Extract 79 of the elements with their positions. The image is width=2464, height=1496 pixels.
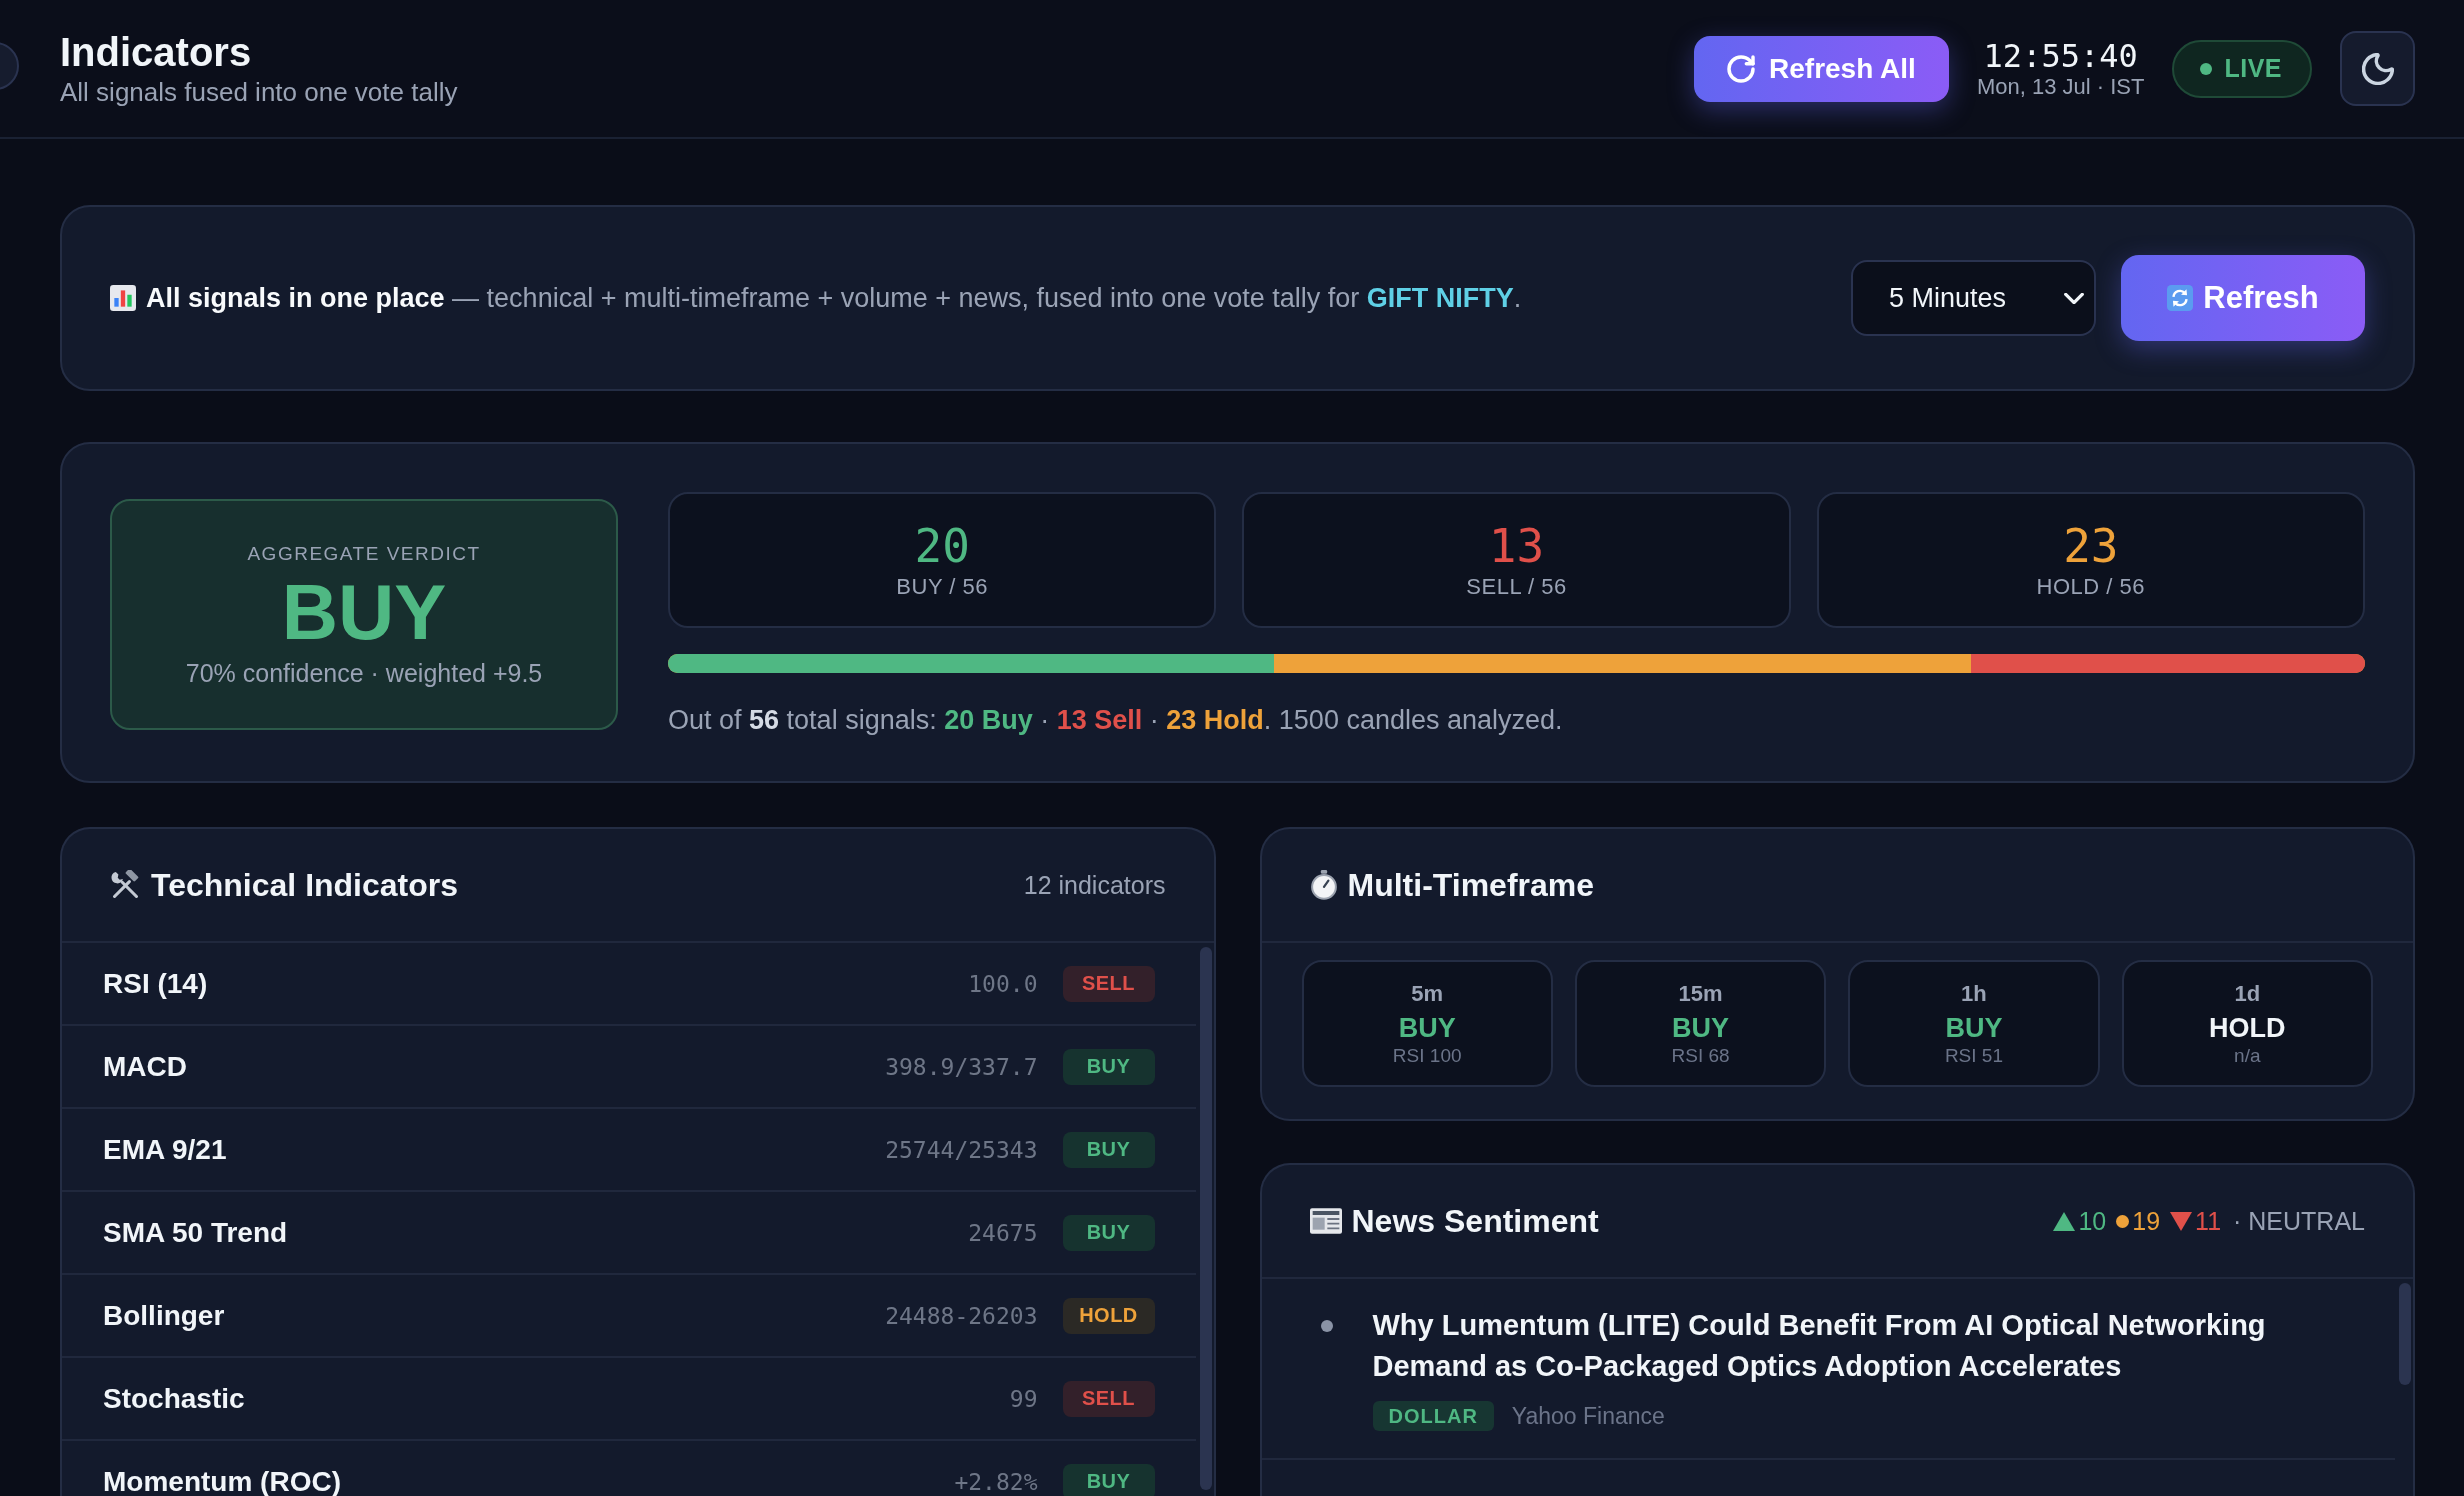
- bar-chart-icon: [110, 285, 136, 311]
- dot-icon: [2116, 1214, 2130, 1228]
- indicator-value: 24488-26203: [885, 1302, 1038, 1329]
- clock-time: 12:55:40: [1983, 37, 2138, 74]
- timeframe-signal: HOLD: [2209, 1011, 2286, 1044]
- signal-badge: BUY: [1062, 1048, 1155, 1085]
- tally-count: 20: [914, 519, 970, 573]
- sentiment-count: 19: [2132, 1206, 2161, 1236]
- news-source: Yahoo Finance: [1511, 1402, 1665, 1430]
- timeframe-label: 1d: [2234, 979, 2261, 1008]
- timeframe-label: 1h: [1961, 979, 1987, 1008]
- indicator-name: EMA 9/21: [103, 1133, 227, 1166]
- tally-summary: Out of 56 total signals: 20 Buy · 13 Sell · 23 Hold. 1500 candles analyzed.: [668, 704, 1563, 737]
- tally-count: 13: [1488, 519, 1545, 573]
- verdict-signal: BUY: [281, 571, 447, 652]
- section-title: News Sentiment: [1351, 1202, 1599, 1241]
- indicator-name: Bollinger: [103, 1299, 225, 1332]
- indicator-value: 99: [1009, 1385, 1038, 1412]
- page-title: Indicators: [60, 28, 252, 75]
- section-title: Multi-Timeframe: [1347, 866, 1595, 905]
- indicator-value: 25744/25343: [885, 1136, 1038, 1163]
- sentiment-label: · NEUTRAL: [2233, 1206, 2365, 1236]
- up-triangle-icon: [2053, 1211, 2076, 1231]
- signal-badge: BUY: [1062, 1463, 1155, 1496]
- timeframe-detail: RSI 51: [1944, 1043, 2003, 1068]
- timeframe-detail: n/a: [2234, 1043, 2261, 1068]
- page-subtitle: All signals fused into one vote tally: [60, 75, 458, 109]
- down-triangle-icon: [2170, 1211, 2193, 1231]
- sentiment-count: 11: [2195, 1206, 2222, 1236]
- indicator-name: Momentum (ROC): [103, 1465, 341, 1496]
- timeframe-detail: RSI 68: [1671, 1043, 1730, 1068]
- newspaper-icon: [1309, 1208, 1342, 1234]
- indicator-name: Stochastic: [103, 1382, 245, 1415]
- interval-select[interactable]: 5 Minutes: [1851, 260, 2096, 336]
- indicator-value: +2.82%: [954, 1468, 1038, 1495]
- bullet-icon: [1320, 1320, 1333, 1332]
- theme-toggle-button[interactable]: [2340, 31, 2415, 106]
- live-label: LIVE: [2224, 54, 2282, 83]
- refresh-arrows-icon: [2167, 285, 2194, 311]
- indicator-value: 24675: [968, 1219, 1038, 1246]
- moon-icon: [2361, 52, 2394, 85]
- timeframe-label: 15m: [1678, 979, 1723, 1008]
- timeframe-detail: RSI 100: [1392, 1043, 1462, 1068]
- indicator-name: MACD: [103, 1050, 187, 1083]
- tally-label: BUY / 56: [896, 573, 988, 601]
- timeframe-signal: BUY: [1398, 1011, 1456, 1044]
- banner-text: All signals in one place — technical + multi-timeframe + volume + news, fused into one vote tally for GIFT NIFTY.: [146, 282, 1522, 315]
- refresh-button[interactable]: Refresh: [2121, 255, 2365, 341]
- news-tag: DOLLAR: [1372, 1401, 1494, 1431]
- chevron-down-icon: [2064, 292, 2084, 304]
- indicator-name: RSI (14): [103, 967, 208, 1000]
- indicator-value: 398.9/337.7: [885, 1053, 1038, 1080]
- status-dot-icon: [2200, 62, 2213, 75]
- signal-badge: HOLD: [1062, 1297, 1155, 1334]
- timeframe-signal: BUY: [1672, 1011, 1730, 1044]
- clock-date: Mon, 13 Jul · IST: [1976, 73, 2145, 100]
- signal-badge: SELL: [1062, 965, 1155, 1002]
- hammer-wrench-icon: [110, 869, 141, 901]
- indicator-value: 100.0: [968, 970, 1038, 997]
- verdict-detail: 70% confidence · weighted +9.5: [185, 657, 543, 688]
- scrollbar-thumb[interactable]: [2399, 1283, 2411, 1385]
- scrollbar-thumb[interactable]: [1199, 947, 1212, 1490]
- tally-label: HOLD / 56: [2036, 573, 2146, 601]
- refresh-icon: [1727, 54, 1755, 83]
- section-title: Technical Indicators: [151, 866, 459, 905]
- signal-badge: BUY: [1062, 1131, 1155, 1168]
- refresh-all-button[interactable]: Refresh All: [1693, 35, 1949, 102]
- tally-count: 23: [2063, 519, 2119, 573]
- stopwatch-icon: [1309, 870, 1338, 900]
- tally-label: SELL / 56: [1466, 573, 1567, 601]
- indicator-name: SMA 50 Trend: [103, 1216, 288, 1249]
- signal-badge: SELL: [1062, 1380, 1155, 1417]
- timeframe-label: 5m: [1411, 979, 1444, 1008]
- news-headline: Why Lumentum (LITE) Could Benefit From AI Optical Networking Demand as Co-Packaged Optics Adoption Accelerates: [1372, 1308, 2267, 1384]
- sentiment-count: 10: [2078, 1206, 2107, 1236]
- signal-badge: BUY: [1062, 1214, 1155, 1251]
- verdict-label: AGGREGATE VERDICT: [247, 541, 481, 566]
- timeframe-signal: BUY: [1945, 1011, 2003, 1044]
- indicator-count: 12 indicators: [1023, 870, 1166, 900]
